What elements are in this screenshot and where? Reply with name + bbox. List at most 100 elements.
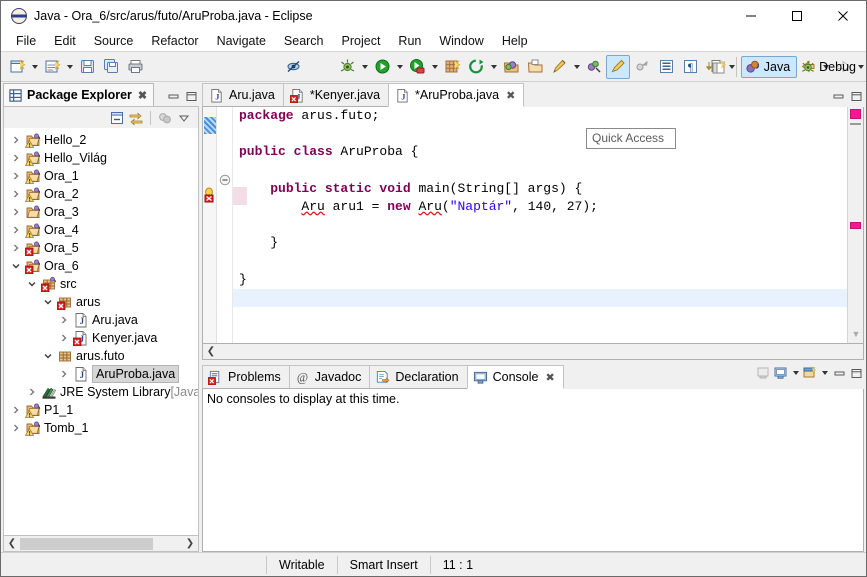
tree-item-p1-1[interactable]: P1_1 — [4, 401, 198, 419]
close-icon[interactable]: ✖ — [545, 371, 554, 384]
chevron-right-icon[interactable] — [8, 167, 24, 185]
tree-item-aruproba-java[interactable]: J AruProba.java — [4, 365, 198, 383]
minimize-bottom-view-icon[interactable] — [831, 366, 847, 380]
show-whitespace-pilcrow-icon[interactable]: ¶ — [678, 55, 702, 79]
menu-run[interactable]: Run — [389, 32, 430, 50]
new-java-file-dropdown[interactable] — [64, 55, 75, 79]
tree-item-hello-vil-g[interactable]: Hello_Világ — [4, 149, 198, 167]
maximize-button[interactable] — [774, 1, 820, 31]
code-editor-text[interactable]: package arus.futo; public class AruProba… — [233, 107, 847, 343]
search-pencil-dropdown[interactable] — [571, 55, 582, 79]
scroll-left-icon[interactable]: ❮ — [4, 537, 20, 551]
tree-item-ora-5[interactable]: Ora_5 — [4, 239, 198, 257]
code-line-8[interactable]: } — [233, 234, 847, 252]
tree-item-hello-2[interactable]: Hello_2 — [4, 131, 198, 149]
quick-access-input[interactable]: Quick Access — [586, 128, 676, 149]
view-menu-icon[interactable] — [176, 111, 192, 125]
editor-scroll-left-icon[interactable]: ❮ — [203, 345, 219, 359]
debug-icon[interactable] — [335, 55, 359, 79]
open-type-icon[interactable] — [499, 55, 523, 79]
link-with-editor-icon[interactable] — [128, 111, 144, 125]
code-line-6[interactable]: Aru aru1 = new Aru("Naptár", 140, 27); — [233, 198, 847, 216]
chevron-right-icon[interactable] — [8, 401, 24, 419]
editor-hscrollbar[interactable]: ❮ — [202, 344, 864, 360]
tree-item-src[interactable]: src — [4, 275, 198, 293]
tree-item-kenyer-java[interactable]: J Kenyer.java — [4, 329, 198, 347]
chevron-right-icon[interactable] — [8, 419, 24, 437]
perspective-debug-button[interactable]: Debug — [797, 56, 862, 78]
minimize-editor-icon[interactable] — [830, 89, 846, 103]
menu-file[interactable]: File — [7, 32, 45, 50]
chevron-right-icon[interactable] — [56, 311, 72, 329]
ruler-scroll-down-icon[interactable]: ▼ — [850, 329, 862, 339]
bottom-tab-javadoc[interactable]: @ Javadoc — [288, 365, 371, 389]
open-resource-icon[interactable] — [523, 55, 547, 79]
tree-item-ora-6[interactable]: Ora_6 — [4, 257, 198, 275]
tree-item-arus-futo[interactable]: arus.futo — [4, 347, 198, 365]
chevron-down-icon[interactable] — [24, 275, 40, 293]
menu-source[interactable]: Source — [85, 32, 143, 50]
close-icon[interactable]: ✖ — [506, 89, 515, 102]
code-line-10[interactable]: } — [233, 271, 847, 289]
toggle-java-editor-breadcrumb-icon[interactable] — [606, 54, 630, 79]
editor-folding-gutter[interactable] — [217, 107, 233, 343]
code-line-5[interactable]: public static void main(String[] args) { — [233, 180, 847, 198]
console-output-area[interactable]: No consoles to display at this time. — [202, 389, 864, 552]
code-line-2[interactable] — [233, 125, 847, 143]
tree-item-ora-4[interactable]: Ora_4 — [4, 221, 198, 239]
debug-dropdown[interactable] — [359, 55, 370, 79]
collapse-all-icon[interactable] — [109, 111, 125, 125]
code-line-7[interactable] — [233, 216, 847, 234]
tree-item-ora-1[interactable]: Ora_1 — [4, 167, 198, 185]
menu-project[interactable]: Project — [333, 32, 390, 50]
chevron-right-icon[interactable] — [56, 329, 72, 347]
chevron-down-icon[interactable] — [8, 257, 24, 275]
editor-tab--aruproba-java[interactable]: J *AruProba.java ✖ — [388, 83, 525, 107]
menu-window[interactable]: Window — [430, 32, 492, 50]
code-line-4[interactable] — [233, 162, 847, 180]
menu-navigate[interactable]: Navigate — [208, 32, 275, 50]
chevron-right-icon[interactable] — [8, 239, 24, 257]
tab-package-explorer[interactable]: Package Explorer ✖ — [3, 83, 155, 106]
tree-item-ora-2[interactable]: Ora_2 — [4, 185, 198, 203]
fold-collapse-icon[interactable] — [219, 174, 231, 189]
overview-error-marker-top[interactable] — [850, 109, 861, 119]
external-link-icon[interactable] — [630, 55, 654, 79]
toggle-mark-occurrences-icon[interactable] — [281, 55, 305, 79]
show-whitespace-block-icon[interactable] — [654, 55, 678, 79]
open-perspective-icon[interactable] — [708, 55, 732, 79]
bottom-tab-console[interactable]: Console ✖ — [466, 365, 564, 389]
tree-item-aru-java[interactable]: J Aru.java — [4, 311, 198, 329]
maximize-view-icon[interactable] — [183, 89, 199, 103]
close-button[interactable] — [820, 1, 866, 31]
hscroll-thumb[interactable] — [20, 537, 153, 550]
bottom-tab-declaration[interactable]: Declaration — [369, 365, 468, 389]
new-wizard-icon[interactable] — [5, 55, 29, 79]
run-dropdown[interactable] — [394, 55, 405, 79]
chevron-right-icon[interactable] — [8, 185, 24, 203]
display-selected-console-dropdown[interactable] — [790, 361, 801, 385]
scroll-right-icon[interactable]: ❯ — [182, 537, 198, 551]
menu-help[interactable]: Help — [493, 32, 537, 50]
code-line-1[interactable]: package arus.futo; — [233, 107, 847, 125]
chevron-down-icon[interactable] — [40, 347, 56, 365]
error-quickfix-marker[interactable] — [203, 187, 217, 204]
display-selected-console-icon[interactable] — [773, 366, 789, 380]
editor-tab-aru-java[interactable]: J Aru.java — [202, 83, 284, 107]
external-tools-icon[interactable] — [405, 55, 429, 79]
menu-refactor[interactable]: Refactor — [142, 32, 207, 50]
print-icon[interactable] — [123, 55, 147, 79]
external-tools-dropdown[interactable] — [429, 55, 440, 79]
chevron-right-icon[interactable] — [8, 221, 24, 239]
chevron-right-icon[interactable] — [8, 203, 24, 221]
run-icon[interactable] — [370, 55, 394, 79]
chevron-down-icon[interactable] — [40, 293, 56, 311]
tree-item-arus[interactable]: arus — [4, 293, 198, 311]
package-explorer-tree[interactable]: Hello_2 Hello_Világ Ora_1 Ora_2 Ora_3 Ora_4 Or… — [3, 128, 199, 536]
save-all-icon[interactable] — [99, 55, 123, 79]
package-explorer-hscrollbar[interactable]: ❮ ❯ — [3, 536, 199, 552]
focus-on-active-task-icon[interactable] — [157, 111, 173, 125]
tree-item-ora-3[interactable]: Ora_3 — [4, 203, 198, 221]
last-edit-location-icon[interactable] — [582, 55, 606, 79]
minimize-view-icon[interactable] — [165, 89, 181, 103]
